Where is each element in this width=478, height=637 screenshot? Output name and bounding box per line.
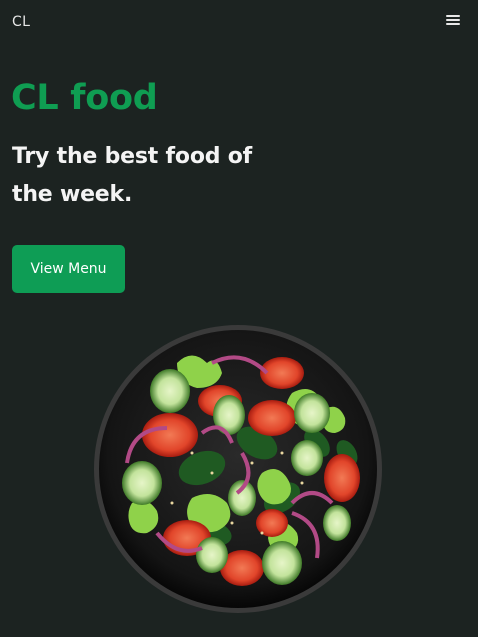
top-navbar: CL	[0, 0, 478, 44]
menu-bar-line	[446, 19, 460, 21]
salad-bowl-image	[94, 325, 382, 613]
hero-tagline: Try the best food of the week.	[12, 144, 253, 207]
hamburger-menu-icon[interactable]	[446, 13, 462, 27]
menu-bar-line	[446, 23, 460, 25]
menu-bar-line	[446, 15, 460, 17]
view-menu-button[interactable]: View Menu	[12, 245, 125, 293]
logo[interactable]: CL	[12, 14, 30, 30]
hero-title: CL food	[11, 78, 158, 118]
